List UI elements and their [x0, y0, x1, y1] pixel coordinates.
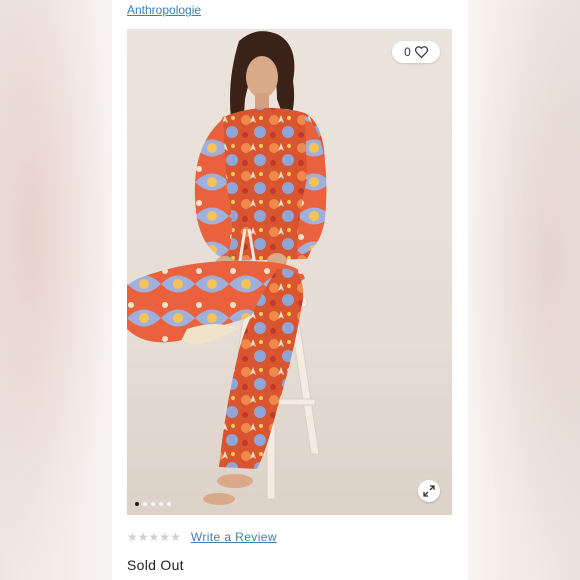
- favorite-count: 0: [404, 45, 411, 59]
- star-icon: ★: [159, 530, 171, 544]
- gallery-dot[interactable]: [135, 502, 139, 506]
- gallery-pagination: [135, 502, 171, 506]
- background-blur-right: [468, 0, 580, 580]
- product-card: Anthropologie 0 ★ ★ ★ ★ ★ Write a Review…: [112, 0, 468, 580]
- star-icon: ★: [148, 530, 160, 544]
- star-icon: ★: [127, 530, 138, 544]
- expand-image-button[interactable]: [418, 480, 440, 502]
- stock-status: Sold Out: [127, 557, 184, 573]
- expand-arrows-icon: [423, 485, 435, 497]
- gallery-dot[interactable]: [151, 502, 155, 506]
- brand-link[interactable]: Anthropologie: [127, 3, 201, 17]
- star-icon: ★: [137, 530, 149, 544]
- product-photo[interactable]: 0: [127, 29, 452, 515]
- write-review-link[interactable]: Write a Review: [191, 530, 277, 544]
- gallery-dot[interactable]: [143, 502, 147, 506]
- heart-icon: [414, 46, 428, 58]
- model-illustration: [127, 31, 327, 505]
- favorite-button[interactable]: 0: [392, 41, 440, 63]
- star-icon: ★: [170, 530, 181, 544]
- gallery-dot[interactable]: [167, 502, 171, 506]
- rating-row: ★ ★ ★ ★ ★ Write a Review: [127, 530, 277, 544]
- background-blur-left: [0, 0, 112, 580]
- gallery-dot[interactable]: [159, 502, 163, 506]
